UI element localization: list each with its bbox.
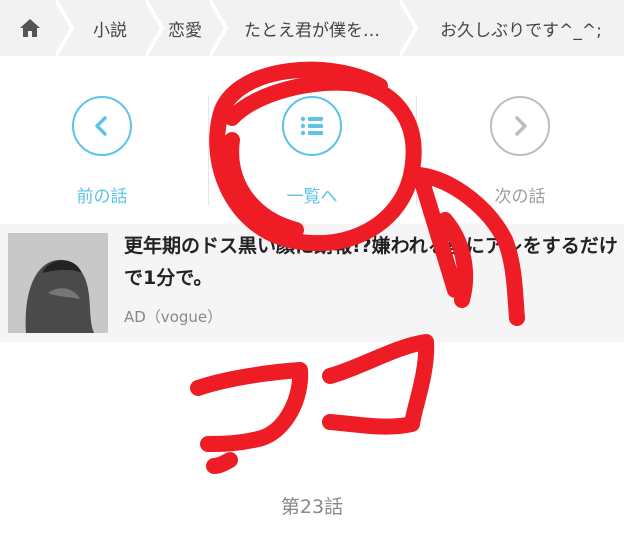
next-episode-label: 次の話 [494,187,546,207]
episode-list-label: 一覧へ [286,187,338,207]
home-icon[interactable] [18,17,42,39]
chevron-left-icon [95,116,107,136]
prev-circle [72,96,132,156]
next-circle [490,96,550,156]
prev-episode-label: 前の話 [76,187,128,207]
prev-episode-button[interactable]: 前の話 [34,96,174,216]
next-episode-button[interactable]: 次の話 [452,96,592,216]
nav-divider [208,96,209,206]
breadcrumb-item-episode: お久しぶりです^_^; [440,20,602,41]
ad-source: AD（vogue） [124,308,223,326]
annotation-ko-1 [190,362,309,474]
chevron-right-icon [515,116,527,136]
ad-title[interactable]: 更年期のドス黒い顔に朗報!?嫌われる前にアレをするだけで1分で。 [124,230,620,294]
nav-divider [416,96,417,206]
breadcrumb-item-work[interactable]: たとえ君が僕を… [226,0,398,56]
breadcrumb-separator [400,0,418,56]
ad-thumbnail-image [8,233,108,333]
list-circle [282,96,342,156]
ad-banner[interactable]: 更年期のドス黒い顔に朗報!?嫌われる前にアレをするだけで1分で。 AD（vogu… [0,224,624,342]
breadcrumb-item-romance[interactable]: 恋愛 [160,0,210,56]
breadcrumb: 小説 恋愛 たとえ君が僕を… お久しぶりです^_^; [0,0,624,56]
episode-number: 第23話 [280,496,344,518]
breadcrumb-item-novel[interactable]: 小説 [72,0,148,56]
episode-list-button[interactable]: 一覧へ [244,96,384,216]
ad-thumbnail [8,233,108,333]
list-icon [300,116,323,136]
annotation-ko-2 [322,334,435,435]
